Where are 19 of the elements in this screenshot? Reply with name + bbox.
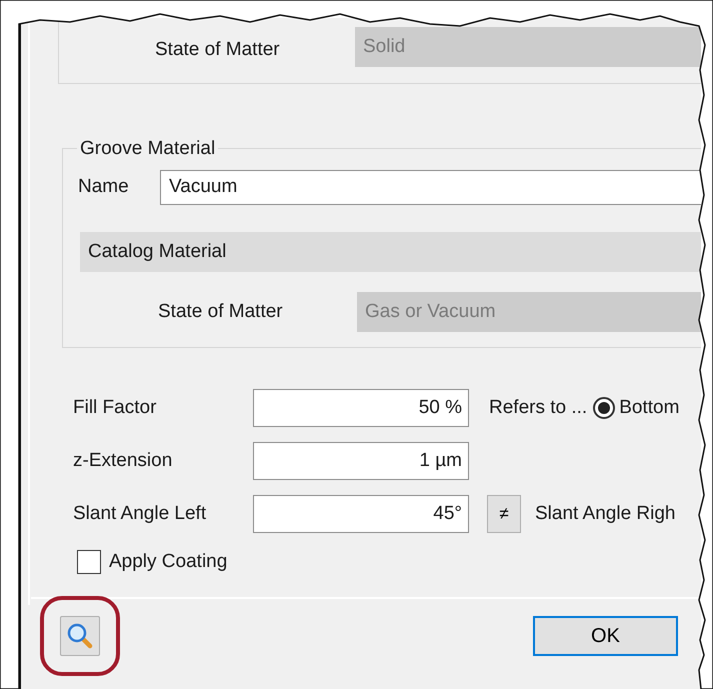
number-field[interactable]: 45° [253,495,469,533]
number-field[interactable]: 50 % [253,389,469,427]
search-icon [66,622,94,650]
field-label: Name [78,175,130,200]
ok-button[interactable]: OK [533,616,678,656]
search-button[interactable] [60,616,100,656]
field-label: State of Matter [155,38,281,62]
toggle-button[interactable]: ≠ [487,495,521,533]
field-label: z-Extension [73,448,174,473]
radio-button[interactable] [593,397,616,419]
checkbox[interactable] [77,550,101,574]
checkbox-label[interactable]: Apply Coating [109,548,228,576]
field-label: Fill Factor [73,396,158,420]
radio-label[interactable]: Bottom [619,394,680,422]
number-field[interactable]: 1 µm [253,442,469,480]
field-label: Slant Angle Righ [535,502,676,526]
field-label: Slant Angle Left [73,502,208,526]
field-label: Refers to ... [489,396,588,420]
field-label: State of Matter [158,300,284,324]
